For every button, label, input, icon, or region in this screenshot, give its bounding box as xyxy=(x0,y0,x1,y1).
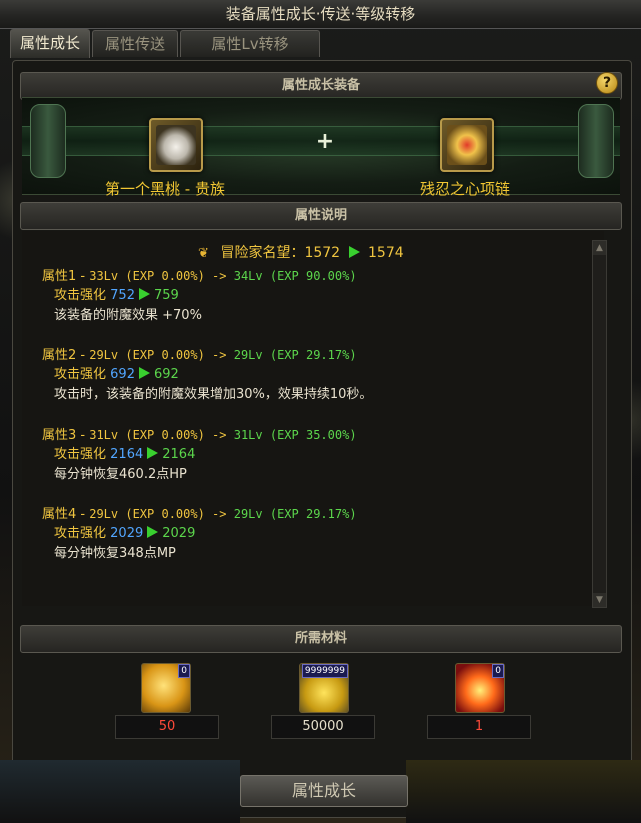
fame-from: 1572 xyxy=(304,245,341,261)
stat-row: 攻击强化 752 759 xyxy=(42,286,357,306)
plus-icon: + xyxy=(315,129,335,154)
window-title: 装备属性成长·传送·等级转移 xyxy=(0,0,641,29)
decorative-cap-right xyxy=(578,104,614,178)
attribute-effect: 每分钟恢复460.2点HP xyxy=(54,467,187,482)
right-item-slot[interactable] xyxy=(440,118,494,172)
attribute-name: 属性3 - xyxy=(42,428,90,443)
black-spade-ring-icon xyxy=(156,125,196,165)
left-item-slot[interactable] xyxy=(149,118,203,172)
stat-to: 759 xyxy=(153,288,179,303)
material-slot-3[interactable]: 0 xyxy=(455,663,505,713)
fame-emblem-icon: ❦ xyxy=(198,246,209,261)
exp-to: 29Lv (EXP 29.17%) xyxy=(233,348,357,362)
fame-line: ❦ 冒险家名望：1572 1574 xyxy=(198,242,404,262)
attribute-effect: 该装备的附魔效果 +70% xyxy=(54,308,202,323)
attribute-title: 属性3 - 31Lv (EXP 0.00%) -> 31Lv (EXP 35.0… xyxy=(42,425,357,445)
stat-label: 攻击强化 xyxy=(54,367,107,382)
material-slot-1[interactable]: 0 xyxy=(141,663,191,713)
tab-attribute-transfer[interactable]: 属性传送 xyxy=(92,30,178,57)
attribute-title: 属性1 - 33Lv (EXP 0.00%) -> 34Lv (EXP 90.0… xyxy=(42,266,357,286)
stat-label: 攻击强化 xyxy=(54,526,107,541)
material-badge: 0 xyxy=(492,664,504,678)
material-badge: 0 xyxy=(178,664,190,678)
exp-from: 29Lv (EXP 0.00%) -> xyxy=(89,507,234,521)
exp-to: 34Lv (EXP 90.00%) xyxy=(233,269,357,283)
material-count-1: 50 xyxy=(115,715,219,739)
attribute-4: 属性4 - 29Lv (EXP 0.00%) -> 29Lv (EXP 29.1… xyxy=(42,504,357,564)
increase-arrow-icon xyxy=(138,288,150,300)
increase-arrow-icon xyxy=(147,447,159,459)
attribute-title: 属性2 - 29Lv (EXP 0.00%) -> 29Lv (EXP 29.1… xyxy=(42,345,372,365)
material-badge: 9999999 xyxy=(301,664,348,678)
attribute-name: 属性4 - xyxy=(42,507,90,522)
stat-row: 攻击强化 2029 2029 xyxy=(42,524,357,544)
increase-arrow-icon xyxy=(348,246,360,258)
stat-label: 攻击强化 xyxy=(54,447,107,462)
attribute-title: 属性4 - 29Lv (EXP 0.00%) -> 29Lv (EXP 29.1… xyxy=(42,504,357,524)
tab-level-transfer[interactable]: 属性Lv转移 xyxy=(180,30,320,57)
stat-from: 752 xyxy=(110,288,135,303)
scroll-down-icon[interactable]: ▼ xyxy=(593,593,606,607)
fame-separator: ： xyxy=(290,245,305,261)
attribute-growth-button[interactable]: 属性成长 xyxy=(240,775,408,807)
cruel-heart-necklace-icon xyxy=(447,125,487,165)
exp-to: 31Lv (EXP 35.00%) xyxy=(233,428,357,442)
attribute-name: 属性2 - xyxy=(42,348,90,363)
attribute-2: 属性2 - 29Lv (EXP 0.00%) -> 29Lv (EXP 29.1… xyxy=(42,345,372,405)
attribute-1: 属性1 - 33Lv (EXP 0.00%) -> 34Lv (EXP 90.0… xyxy=(42,266,357,326)
description-scrollbar[interactable]: ▲ ▼ xyxy=(592,240,607,608)
increase-arrow-icon xyxy=(147,526,159,538)
left-item-name: 第一个黑桃 - 贵族 xyxy=(105,180,225,198)
exp-from: 29Lv (EXP 0.00%) -> xyxy=(89,348,234,362)
exp-from: 31Lv (EXP 0.00%) -> xyxy=(89,428,234,442)
stat-from: 2029 xyxy=(110,526,144,541)
material-count-3: 1 xyxy=(427,715,531,739)
attribute-name: 属性1 - xyxy=(42,269,90,284)
stat-to: 2029 xyxy=(162,526,196,541)
decorative-cap-left xyxy=(30,104,66,178)
attribute-3: 属性3 - 31Lv (EXP 0.00%) -> 31Lv (EXP 35.0… xyxy=(42,425,357,485)
stat-row: 攻击强化 2164 2164 xyxy=(42,445,357,465)
exp-from: 33Lv (EXP 0.00%) -> xyxy=(89,269,234,283)
attribute-effect: 每分钟恢复348点MP xyxy=(54,546,176,561)
stat-from: 692 xyxy=(110,367,135,382)
right-item-name: 残忍之心项链 xyxy=(420,180,511,198)
help-icon[interactable]: ? xyxy=(596,72,618,94)
equip-section-header: 属性成长装备 xyxy=(20,72,622,100)
stat-to: 692 xyxy=(153,367,179,382)
increase-arrow-icon xyxy=(138,367,150,379)
fame-label: 冒险家名望 xyxy=(220,245,291,261)
fame-to: 1574 xyxy=(368,245,404,261)
stat-label: 攻击强化 xyxy=(54,288,107,303)
attribute-effect: 攻击时，该装备的附魔效果增加30%，效果持续10秒。 xyxy=(54,387,373,402)
hud-left xyxy=(0,760,240,823)
stat-row: 攻击强化 692 692 xyxy=(42,365,372,385)
material-count-2: 50000 xyxy=(271,715,375,739)
exp-to: 29Lv (EXP 29.17%) xyxy=(233,507,357,521)
desc-section-header: 属性说明 xyxy=(20,202,622,230)
hud-right xyxy=(406,760,641,823)
material-slot-2[interactable]: 9999999 xyxy=(299,663,349,713)
tab-attribute-growth[interactable]: 属性成长 xyxy=(10,29,90,58)
stat-to: 2164 xyxy=(162,447,196,462)
stat-from: 2164 xyxy=(110,447,144,462)
materials-section-header: 所需材料 xyxy=(20,625,622,653)
scroll-up-icon[interactable]: ▲ xyxy=(593,241,606,255)
